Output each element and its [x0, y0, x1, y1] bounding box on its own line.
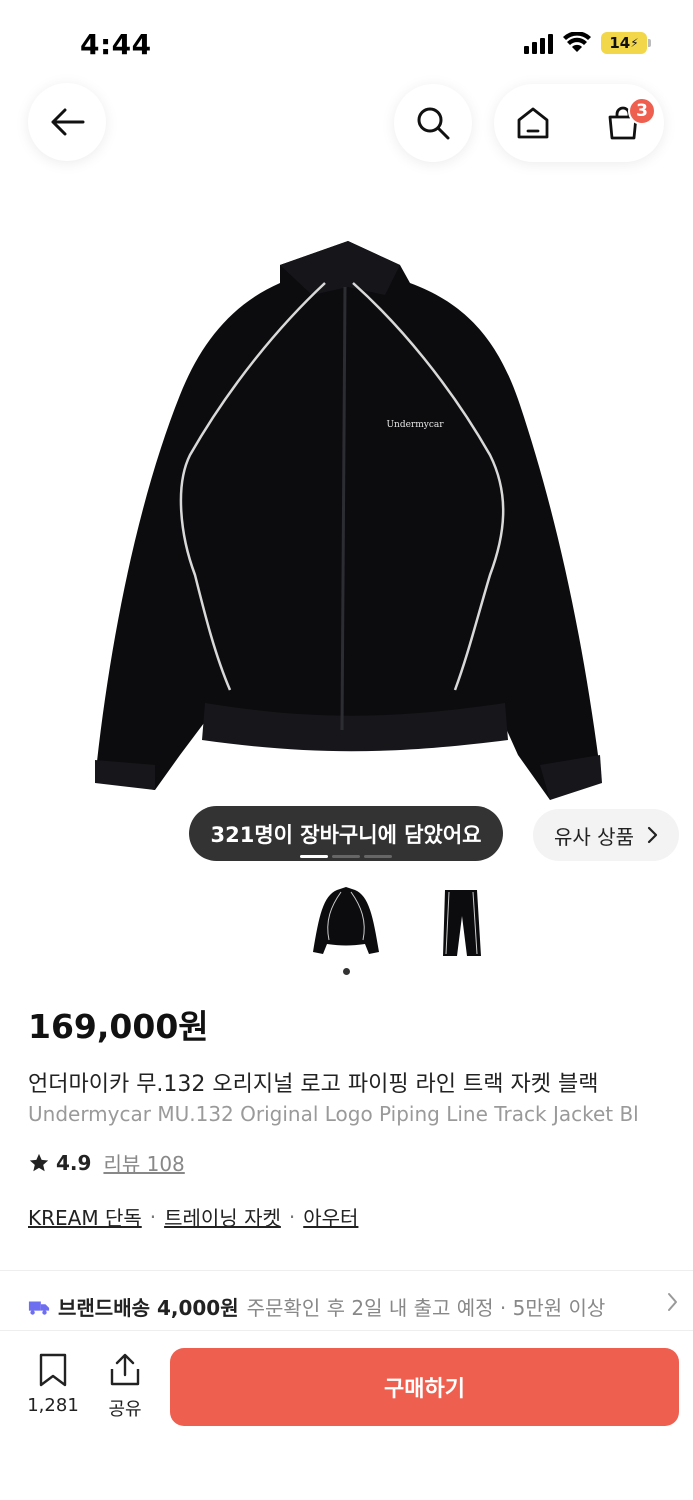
image-page-indicator — [300, 855, 392, 859]
product-price: 169,000원 — [28, 1007, 209, 1046]
review-count-link[interactable]: 리뷰 108 — [103, 1148, 184, 1177]
thumbnail-list — [300, 880, 508, 964]
shipping-label: 브랜드배송 4,000원 — [58, 1296, 239, 1320]
home-icon — [517, 107, 549, 139]
search-icon — [417, 107, 450, 140]
product-image[interactable]: Undermycar — [80, 235, 610, 815]
share-label: 공유 — [108, 1399, 142, 1420]
nav-pill: 3 — [494, 84, 664, 162]
tag-outer[interactable]: 아우터 — [303, 1202, 358, 1231]
category-tags: KREAM 단독 · 트레이닝 자켓 · 아우터 — [28, 1202, 358, 1231]
bottom-action-bar: 1,281 공유 구매하기 — [0, 1330, 693, 1500]
star-icon — [29, 1153, 49, 1171]
battery-level: 14 — [609, 34, 631, 52]
search-button[interactable] — [394, 84, 472, 162]
tag-separator: · — [288, 1204, 296, 1229]
tag-training-jacket[interactable]: 트레이닝 자켓 — [164, 1202, 281, 1231]
product-title-ko: 언더마이카 무.132 오리지널 로고 파이핑 라인 트랙 자켓 블랙 — [28, 1072, 599, 1097]
status-bar: 4:44 14 ⚡ — [0, 0, 693, 80]
similar-products-button[interactable]: 유사 상품 — [533, 809, 679, 861]
wifi-icon — [563, 32, 591, 52]
thumbnail-indicator-dot — [343, 968, 350, 975]
jacket-logo-text: Undermycar — [386, 420, 444, 430]
signal-icon — [524, 32, 553, 54]
cart-count-badge: 3 — [628, 97, 656, 125]
product-rating: 4.9 리뷰 108 — [28, 1148, 185, 1177]
truck-icon — [28, 1301, 50, 1315]
chevron-right-icon — [647, 826, 658, 844]
cart-count-toast: 321명이 장바구니에 담았어요 — [189, 806, 503, 861]
status-icons: 14 ⚡ — [524, 32, 651, 54]
status-time: 4:44 — [80, 28, 152, 61]
share-button[interactable]: 공유 — [98, 1353, 152, 1421]
back-button[interactable] — [28, 83, 106, 161]
rating-score: 4.9 — [56, 1150, 92, 1175]
thumbnail-front[interactable] — [300, 880, 392, 964]
battery-icon: 14 ⚡ — [601, 32, 651, 54]
tag-kream-exclusive[interactable]: KREAM 단독 — [28, 1202, 142, 1231]
home-button[interactable] — [508, 98, 558, 148]
buy-button[interactable]: 구매하기 — [170, 1348, 679, 1426]
arrow-left-icon — [51, 108, 85, 136]
pants-thumbnail-image — [443, 890, 481, 956]
bookmark-button[interactable]: 1,281 — [22, 1353, 84, 1416]
section-divider — [0, 1270, 693, 1271]
bookmark-count: 1,281 — [27, 1395, 79, 1416]
similar-products-label: 유사 상품 — [554, 824, 634, 849]
tag-separator: · — [149, 1204, 157, 1229]
shipping-info-row[interactable]: 브랜드배송 4,000원 주문확인 후 2일 내 출고 예정 · 5만원 이상 — [28, 1292, 678, 1321]
share-icon — [110, 1353, 140, 1386]
thumbnail-pants[interactable] — [416, 880, 508, 964]
chevron-right-icon — [660, 1292, 678, 1317]
jacket-thumbnail-image — [313, 887, 379, 954]
bookmark-icon — [39, 1353, 67, 1387]
shipping-description: 주문확인 후 2일 내 출고 예정 · 5만원 이상 — [246, 1296, 606, 1320]
product-title-en: Undermycar MU.132 Original Logo Piping L… — [28, 1102, 639, 1126]
